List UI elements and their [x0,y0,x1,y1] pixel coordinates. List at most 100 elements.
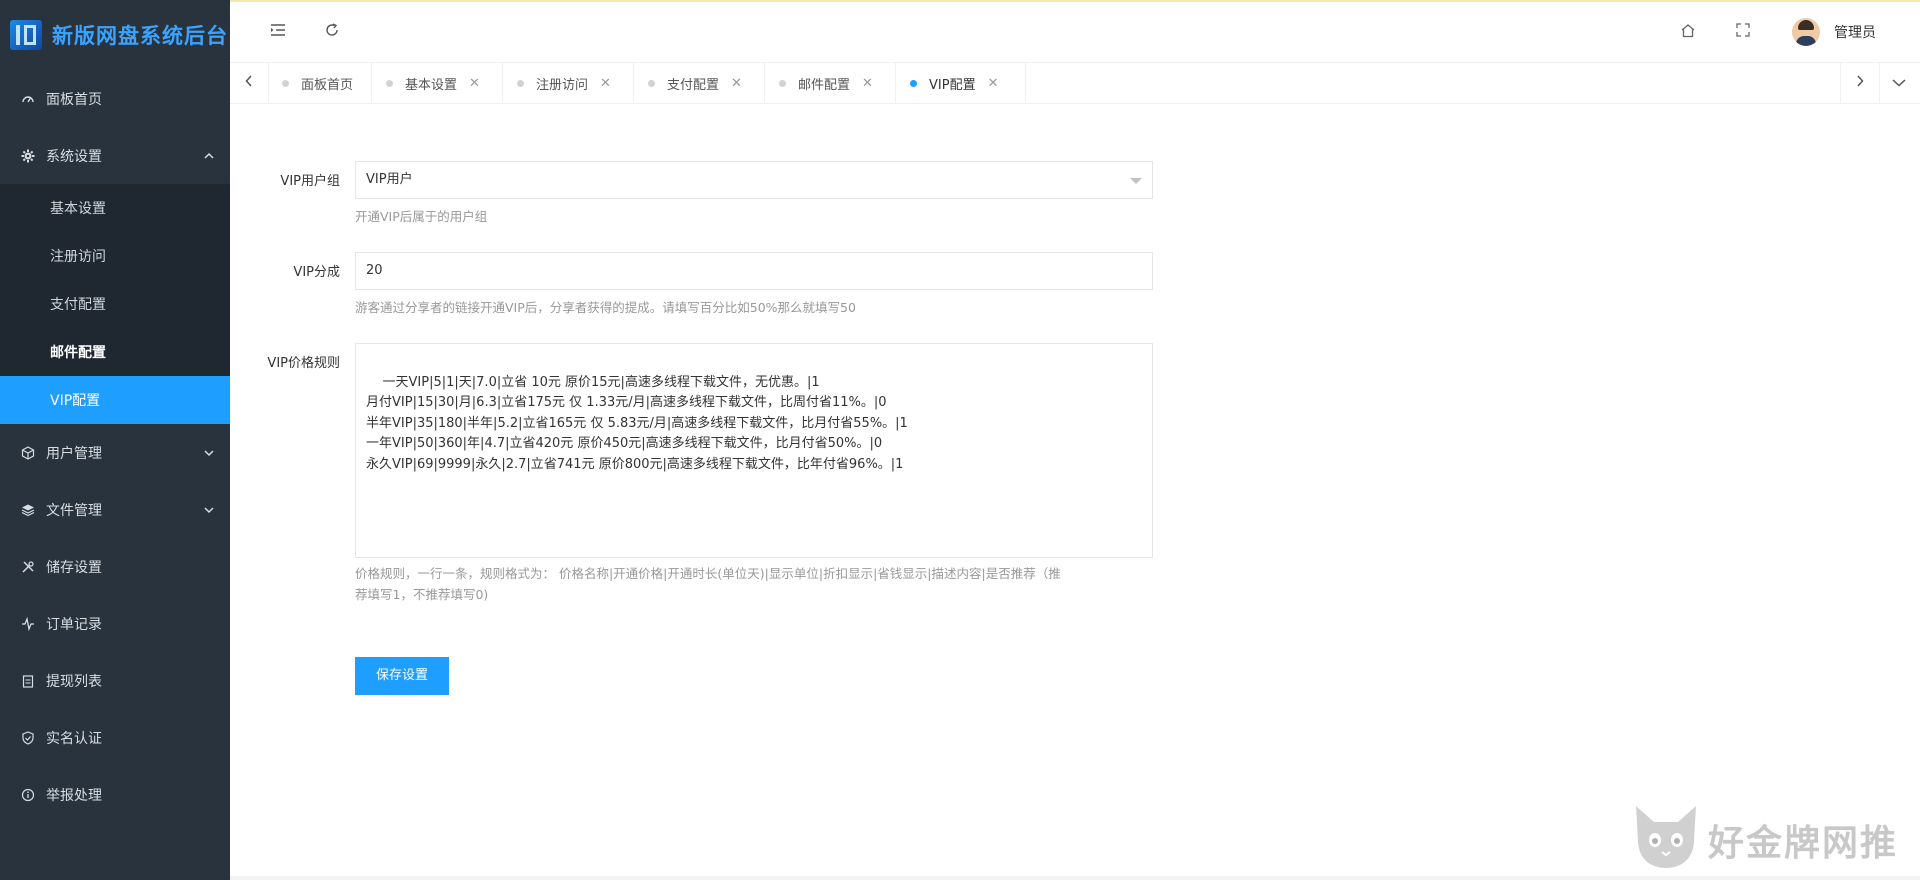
sidebar-item-file-management[interactable]: 文件管理 [0,481,230,538]
menu-toggle-button[interactable] [266,20,290,44]
tab-payment-config[interactable]: 支付配置 ✕ [634,63,765,103]
submenu-item-label: 邮件配置 [50,345,106,361]
sidebar-item-label: 储存设置 [46,559,102,576]
tab-dot [282,79,289,87]
tools-icon [20,559,36,575]
tabs-scroll-left-button[interactable] [230,63,269,103]
sidebar-item-label: 实名认证 [46,730,102,747]
chevron-down-icon [1892,75,1906,91]
info-icon [20,787,36,803]
submenu-item-vip-config[interactable]: VIP配置 [0,376,230,424]
avatar[interactable] [1792,18,1820,46]
clipboard-icon [20,673,36,689]
tab-vip-config[interactable]: VIP配置 ✕ [896,63,1026,103]
sidebar-item-label: 举报处理 [46,787,102,804]
sidebar-item-real-name-auth[interactable]: 实名认证 [0,709,230,766]
tab-mail-config[interactable]: 邮件配置 ✕ [765,63,896,103]
sidebar-item-label: 提现列表 [46,673,102,690]
sidebar-item-system-settings[interactable]: 系统设置 [0,127,230,184]
vip-rules-label: VIP价格规则 [267,356,340,371]
chevron-left-icon [245,75,253,91]
tab-dot [779,79,786,87]
app-title: 新版网盘系统后台 [52,24,228,48]
chevron-down-icon [204,449,214,457]
tab-register-access[interactable]: 注册访问 ✕ [503,63,634,103]
submenu-item-register-access[interactable]: 注册访问 [0,232,230,280]
sidebar-item-label: 用户管理 [46,445,102,462]
tab-label: 注册访问 [536,77,589,93]
tab-dot [648,79,655,87]
sidebar-item-withdraw-list[interactable]: 提现列表 [0,652,230,709]
sidebar-item-label: 订单记录 [46,616,102,633]
tab-dashboard[interactable]: 面板首页 [268,63,372,103]
watermark-text: 好金牌网推 [1708,823,1899,864]
vip-rules-textarea[interactable]: 一天VIP|5|1|天|7.0|立省 10元 原价15元|高速多线程下载文件，无… [355,343,1153,558]
chevron-up-icon [204,152,214,160]
tab-dot [517,79,524,87]
submenu-item-label: VIP配置 [50,393,101,409]
dashboard-icon [20,91,36,107]
caret-down-icon [1130,178,1142,184]
resize-grip-icon[interactable] [1142,547,1150,555]
top-header: 管理员 [230,2,1920,63]
sidebar-item-order-records[interactable]: 订单记录 [0,595,230,652]
close-icon[interactable]: ✕ [731,76,742,91]
refresh-icon [325,23,339,41]
horizontal-scrollbar[interactable] [230,876,1920,880]
sidebar-item-user-management[interactable]: 用户管理 [0,424,230,481]
refresh-button[interactable] [320,20,344,44]
cat-logo-icon [1628,802,1704,872]
tab-label: 支付配置 [667,77,720,93]
close-icon[interactable]: ✕ [862,76,873,91]
sidebar: 新版网盘系统后台 面板首页 系统设置 基本设置 注册访问 支付配置 邮件配置 V… [0,0,230,880]
tab-label: VIP配置 [929,77,976,93]
logo-icon [10,20,42,50]
home-icon [1680,23,1696,42]
layers-icon [20,502,36,518]
home-button[interactable] [1676,20,1700,44]
sidebar-item-report-handling[interactable]: 举报处理 [0,766,230,823]
submenu-item-payment-config[interactable]: 支付配置 [0,280,230,328]
tab-label: 面板首页 [301,77,354,93]
sidebar-item-label: 面板首页 [46,91,102,108]
sidebar-item-label: 文件管理 [46,502,102,519]
shield-icon [20,730,36,746]
chevron-right-icon [1856,75,1864,91]
vip-rules-help: 价格规则，一行一条，规则格式为： 价格名称|开通价格|开通时长(单位天)|显示单… [355,563,1155,605]
vip-group-help: 开通VIP后属于的用户组 [355,209,488,224]
page-tabs-bar: 面板首页 基本设置 ✕ 注册访问 ✕ 支付配置 ✕ 邮件配置 ✕ VIP配置 ✕ [230,63,1920,104]
submenu-item-mail-config[interactable]: 邮件配置 [0,328,230,376]
submenu-item-label: 注册访问 [50,249,106,265]
fullscreen-button[interactable] [1731,20,1755,44]
watermark: 好金牌网推 [1628,800,1918,880]
tabs-scroll-right-button[interactable] [1840,63,1880,103]
sidebar-item-storage-settings[interactable]: 储存设置 [0,538,230,595]
cube-icon [20,445,36,461]
tabs-menu-button[interactable] [1880,63,1918,103]
save-settings-button[interactable]: 保存设置 [355,657,449,695]
sidebar-item-label: 系统设置 [46,148,102,165]
close-icon[interactable]: ✕ [600,76,611,91]
chevron-down-icon [204,506,214,514]
tab-basic-settings[interactable]: 基本设置 ✕ [372,63,503,103]
tab-label: 基本设置 [405,77,458,93]
vip-group-select[interactable]: VIP用户 [355,161,1153,199]
vip-share-input[interactable]: 20 [355,252,1153,290]
close-icon[interactable]: ✕ [988,76,999,91]
close-icon[interactable]: ✕ [469,76,480,91]
vip-share-value: 20 [366,263,383,278]
vip-group-label: VIP用户组 [280,174,340,189]
user-name[interactable]: 管理员 [1834,22,1876,42]
fullscreen-icon [1736,23,1750,41]
system-settings-submenu: 基本设置 注册访问 支付配置 邮件配置 VIP配置 [0,184,230,424]
tab-dot [910,79,917,87]
submenu-item-basic-settings[interactable]: 基本设置 [0,184,230,232]
gear-icon [20,148,36,164]
vip-group-value: VIP用户 [366,172,413,187]
vip-rules-value: 一天VIP|5|1|天|7.0|立省 10元 原价15元|高速多线程下载文件，无… [366,374,908,472]
sidebar-item-dashboard[interactable]: 面板首页 [0,70,230,127]
tab-label: 邮件配置 [798,77,851,93]
vip-config-form: VIP用户组 VIP用户 开通VIP后属于的用户组 VIP分成 20 游客通过分… [230,104,1920,880]
tab-dot [386,79,393,87]
logo[interactable]: 新版网盘系统后台 [0,0,230,70]
